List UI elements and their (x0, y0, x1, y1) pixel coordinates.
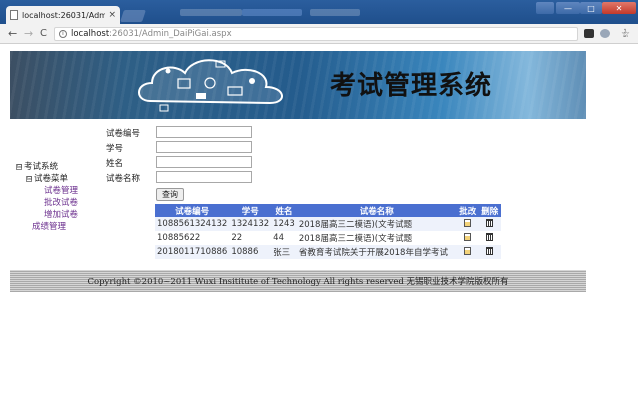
profile-button[interactable] (536, 2, 554, 14)
page-content: 考试管理系统 ⊟ 考试系统 ⊟ 试卷菜单 试卷管理 批改试卷 增加试卷 成绩管理 试… (0, 45, 638, 419)
paper-id-input[interactable] (156, 126, 252, 138)
col-header-delete: 删除 (478, 204, 501, 217)
tree-node-exam-system[interactable]: ⊟ 考试系统 (16, 161, 78, 173)
table-row: 1088561324132 1324132 1243 2018届高三二模语)(文… (155, 217, 501, 231)
copyright-text: Copyright ©2010~2011 Wuxi Insititute of … (87, 277, 509, 287)
grade-cell (456, 245, 479, 259)
browser-tab[interactable]: localhost:26031/Admi × (6, 6, 120, 24)
name-input[interactable] (156, 156, 252, 168)
cell-paper-name: 2018届高三二模语)(文考试题 (296, 217, 457, 231)
url-path: :26031/Admin_DaiPiGai.aspx (109, 29, 232, 39)
header-banner: 考试管理系统 (10, 51, 586, 119)
back-arrow-icon[interactable]: ← (8, 28, 17, 40)
close-window-button[interactable]: ✕ (602, 2, 636, 14)
browser-toolbar: ← → C i localhost:26031/Admin_DaiPiGai.a… (0, 24, 638, 44)
edit-icon[interactable] (464, 218, 472, 227)
tree-node-paper-menu[interactable]: ⊟ 试卷菜单 (16, 173, 78, 185)
info-icon[interactable]: i (59, 30, 67, 38)
delete-cell (478, 245, 501, 259)
browser-titlebar: localhost:26031/Admi × — □ ✕ (0, 0, 638, 24)
new-tab-button[interactable] (120, 10, 146, 22)
grade-cell (456, 217, 479, 231)
forward-arrow-icon[interactable]: → (24, 28, 33, 40)
table-row: 10885622 22 44 2018届高三二模语)(文考试题 (155, 231, 501, 245)
tab-title: localhost:26031/Admi (22, 10, 106, 20)
cell-name: 张三 (271, 245, 297, 259)
col-header-paper-id: 试卷编号 (155, 204, 230, 217)
page-footer: Copyright ©2010~2011 Wuxi Insititute of … (10, 270, 586, 292)
edit-icon[interactable] (464, 246, 472, 255)
cell-student-id: 1324132 (229, 217, 272, 231)
url-host: localhost (71, 29, 110, 39)
cell-student-id: 22 (229, 231, 272, 245)
cell-paper-name: 2018届高三二模语)(文考试题 (296, 231, 457, 245)
table-header-row: 试卷编号 学号 姓名 试卷名称 批改 删除 (155, 204, 501, 217)
col-header-student-id: 学号 (229, 204, 272, 217)
student-id-label: 学号 (106, 144, 124, 154)
trash-icon[interactable] (486, 218, 494, 227)
cell-name: 1243 (271, 217, 297, 231)
collapse-icon[interactable]: ⊟ (16, 164, 22, 170)
reload-icon[interactable]: C (40, 28, 47, 40)
delete-cell (478, 231, 501, 245)
blurred-tab (310, 9, 360, 16)
cell-paper-id: 2018011710886 (155, 245, 230, 259)
paper-name-label: 试卷名称 (106, 174, 141, 184)
paper-name-input[interactable] (156, 171, 252, 183)
cell-student-id: 10886 (229, 245, 272, 259)
menu-dots-icon[interactable]: ⋮ (620, 28, 630, 40)
blurred-tab (242, 9, 302, 16)
address-bar[interactable]: i localhost:26031/Admin_DaiPiGai.aspx ☆ (54, 27, 630, 41)
tree-item-grade-papers[interactable]: 批改试卷 (16, 197, 78, 209)
cell-name: 44 (271, 231, 297, 245)
cloud-icon (138, 59, 283, 112)
cell-paper-id: 10885622 (155, 231, 230, 245)
system-title: 考试管理系统 (330, 71, 493, 101)
col-header-grade: 批改 (456, 204, 479, 217)
grade-cell (456, 231, 479, 245)
query-button[interactable]: 查询 (156, 188, 184, 201)
student-id-input[interactable] (156, 141, 252, 153)
blurred-tab (180, 9, 242, 16)
tab-close-icon[interactable]: × (108, 10, 116, 20)
maximize-button[interactable]: □ (580, 2, 602, 14)
col-header-paper-name: 试卷名称 (296, 204, 457, 217)
minimize-button[interactable]: — (556, 2, 580, 14)
edit-icon[interactable] (464, 232, 472, 241)
cell-paper-name: 省教育考试院关于开展2018年自学考试 (296, 245, 457, 259)
tree-item-score-management[interactable]: 成绩管理 (16, 221, 78, 233)
tree-node-label: 考试系统 (24, 162, 59, 172)
extension-icon[interactable] (584, 29, 594, 38)
paper-id-label: 试卷编号 (106, 129, 141, 139)
document-icon (10, 10, 18, 20)
trash-icon[interactable] (486, 246, 494, 255)
tree-node-label: 试卷菜单 (34, 174, 69, 184)
nav-tree: ⊟ 考试系统 ⊟ 试卷菜单 试卷管理 批改试卷 增加试卷 成绩管理 (16, 161, 78, 233)
papers-table: 试卷编号 学号 姓名 试卷名称 批改 删除 1088561324132 1324… (155, 204, 501, 259)
tree-item-add-paper[interactable]: 增加试卷 (16, 209, 78, 221)
col-header-name: 姓名 (271, 204, 297, 217)
delete-cell (478, 217, 501, 231)
table-row: 2018011710886 10886 张三 省教育考试院关于开展2018年自学… (155, 245, 501, 259)
collapse-icon[interactable]: ⊟ (26, 176, 32, 182)
name-label: 姓名 (106, 159, 124, 169)
tree-item-paper-management[interactable]: 试卷管理 (16, 185, 78, 197)
trash-icon[interactable] (486, 232, 494, 241)
cell-paper-id: 1088561324132 (155, 217, 230, 231)
extension-icon[interactable] (600, 29, 610, 38)
